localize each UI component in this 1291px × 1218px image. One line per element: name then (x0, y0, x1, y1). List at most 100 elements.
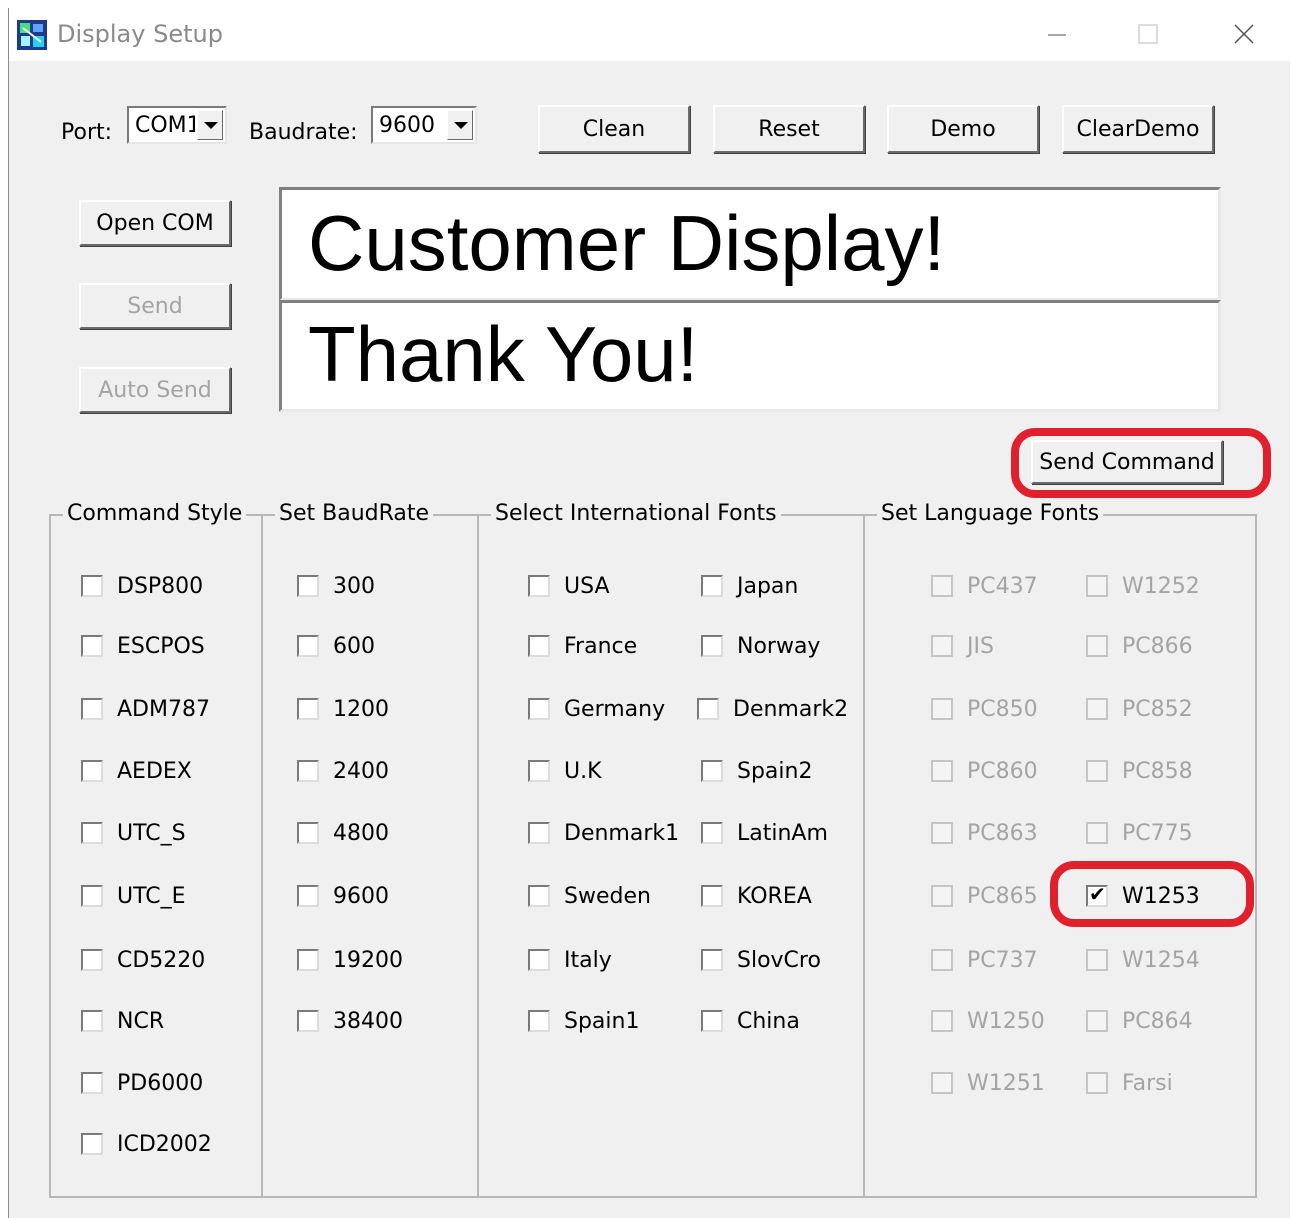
checkbox-pc850[interactable]: PC850 (931, 694, 1038, 724)
checkbox-cd5220[interactable]: CD5220 (81, 945, 205, 975)
port-select[interactable]: COM1 (127, 106, 227, 144)
checkbox-box[interactable] (1086, 760, 1108, 782)
checkbox-icd2002[interactable]: ICD2002 (81, 1129, 212, 1159)
checkbox-box[interactable] (931, 698, 953, 720)
checkbox-pc860[interactable]: PC860 (931, 756, 1038, 786)
checkbox-box[interactable] (81, 698, 103, 720)
checkbox-box[interactable] (297, 760, 319, 782)
checkbox-baud-300[interactable]: 300 (297, 571, 375, 601)
checkbox-box[interactable] (297, 575, 319, 597)
checkbox-box[interactable] (81, 949, 103, 971)
checkbox-denmark2[interactable]: Denmark2 (697, 694, 848, 724)
chevron-down-icon[interactable] (197, 110, 223, 140)
auto-send-button[interactable]: Auto Send (79, 367, 231, 413)
cleardemo-button[interactable]: ClearDemo (1062, 105, 1214, 153)
checkbox-box[interactable] (701, 1010, 723, 1032)
checkbox-box[interactable] (931, 949, 953, 971)
checkbox-box[interactable] (1086, 575, 1108, 597)
checkbox-box[interactable] (701, 575, 723, 597)
checkbox-france[interactable]: France (528, 631, 637, 661)
checkbox-box[interactable] (1086, 1010, 1108, 1032)
checkbox-box[interactable] (528, 1010, 550, 1032)
checkbox-box[interactable] (697, 698, 719, 720)
checkbox-box[interactable] (1086, 822, 1108, 844)
checkbox-italy[interactable]: Italy (528, 945, 612, 975)
checkbox-pc437[interactable]: PC437 (931, 571, 1038, 601)
checkbox-box[interactable] (931, 1010, 953, 1032)
checkbox-pc737[interactable]: PC737 (931, 945, 1038, 975)
checkbox-box[interactable] (297, 698, 319, 720)
checkbox-box[interactable]: ✔ (1086, 885, 1108, 907)
checkbox-adm787[interactable]: ADM787 (81, 694, 210, 724)
checkbox-germany[interactable]: Germany (528, 694, 665, 724)
checkbox-box[interactable] (528, 575, 550, 597)
checkbox-box[interactable] (1086, 698, 1108, 720)
display-line-1-input[interactable]: Customer Display! (279, 187, 1221, 301)
checkbox-box[interactable] (931, 1072, 953, 1094)
checkbox-box[interactable] (81, 1133, 103, 1155)
checkbox-baud-38400[interactable]: 38400 (297, 1006, 403, 1036)
open-com-button[interactable]: Open COM (79, 200, 231, 246)
checkbox-denmark1[interactable]: Denmark1 (528, 818, 679, 848)
checkbox-latinam[interactable]: LatinAm (701, 818, 828, 848)
checkbox-baud-4800[interactable]: 4800 (297, 818, 389, 848)
checkbox-box[interactable] (81, 885, 103, 907)
checkbox-box[interactable] (931, 575, 953, 597)
checkbox-pd6000[interactable]: PD6000 (81, 1068, 203, 1098)
checkbox-w1250[interactable]: W1250 (931, 1006, 1045, 1036)
checkbox-pc858[interactable]: PC858 (1086, 756, 1193, 786)
checkbox-jis[interactable]: JIS (931, 631, 994, 661)
checkbox-norway[interactable]: Norway (701, 631, 820, 661)
checkbox-baud-600[interactable]: 600 (297, 631, 375, 661)
chevron-down-icon[interactable] (447, 110, 473, 140)
checkbox-pc864[interactable]: PC864 (1086, 1006, 1193, 1036)
checkbox-ncr[interactable]: NCR (81, 1006, 164, 1036)
checkbox-box[interactable] (297, 885, 319, 907)
checkbox-utc-s[interactable]: UTC_S (81, 818, 186, 848)
checkbox-w1252[interactable]: W1252 (1086, 571, 1200, 601)
checkbox-box[interactable] (528, 885, 550, 907)
checkbox-box[interactable] (297, 1010, 319, 1032)
checkbox-slovcro[interactable]: SlovCro (701, 945, 821, 975)
checkbox-box[interactable] (701, 822, 723, 844)
checkbox-usa[interactable]: USA (528, 571, 610, 601)
checkbox-aedex[interactable]: AEDEX (81, 756, 192, 786)
checkbox-pc852[interactable]: PC852 (1086, 694, 1193, 724)
checkbox-box[interactable] (1086, 949, 1108, 971)
checkbox-box[interactable] (931, 760, 953, 782)
checkbox-box[interactable] (528, 760, 550, 782)
checkbox-farsi[interactable]: Farsi (1086, 1068, 1173, 1098)
checkbox-box[interactable] (701, 885, 723, 907)
checkbox-box[interactable] (931, 822, 953, 844)
checkbox-pc866[interactable]: PC866 (1086, 631, 1193, 661)
checkbox-box[interactable] (931, 635, 953, 657)
checkbox-box[interactable] (528, 822, 550, 844)
checkbox-spain2[interactable]: Spain2 (701, 756, 812, 786)
checkbox-utc-e[interactable]: UTC_E (81, 881, 186, 911)
reset-button[interactable]: Reset (713, 105, 865, 153)
checkbox-w1254[interactable]: W1254 (1086, 945, 1200, 975)
checkbox-box[interactable] (81, 822, 103, 844)
send-command-button[interactable]: Send Command (1031, 440, 1223, 484)
demo-button[interactable]: Demo (887, 105, 1039, 153)
send-button[interactable]: Send (79, 283, 231, 329)
checkbox-w1253[interactable]: ✔ W1253 (1086, 881, 1200, 911)
checkbox-box[interactable] (528, 949, 550, 971)
checkbox-box[interactable] (81, 575, 103, 597)
minimize-button[interactable] (1027, 8, 1087, 61)
clean-button[interactable]: Clean (538, 105, 690, 153)
maximize-button[interactable] (1117, 8, 1177, 61)
checkbox-escpos[interactable]: ESCPOS (81, 631, 205, 661)
checkbox-baud-1200[interactable]: 1200 (297, 694, 389, 724)
checkbox-spain1[interactable]: Spain1 (528, 1006, 639, 1036)
checkbox-pc775[interactable]: PC775 (1086, 818, 1193, 848)
display-line-2-input[interactable]: Thank You! (279, 300, 1221, 412)
checkbox-box[interactable] (81, 1072, 103, 1094)
checkbox-baud-19200[interactable]: 19200 (297, 945, 403, 975)
checkbox-box[interactable] (81, 760, 103, 782)
checkbox-box[interactable] (297, 949, 319, 971)
checkbox-box[interactable] (701, 760, 723, 782)
checkbox-w1251[interactable]: W1251 (931, 1068, 1045, 1098)
checkbox-box[interactable] (297, 635, 319, 657)
checkbox-pc865[interactable]: PC865 (931, 881, 1038, 911)
